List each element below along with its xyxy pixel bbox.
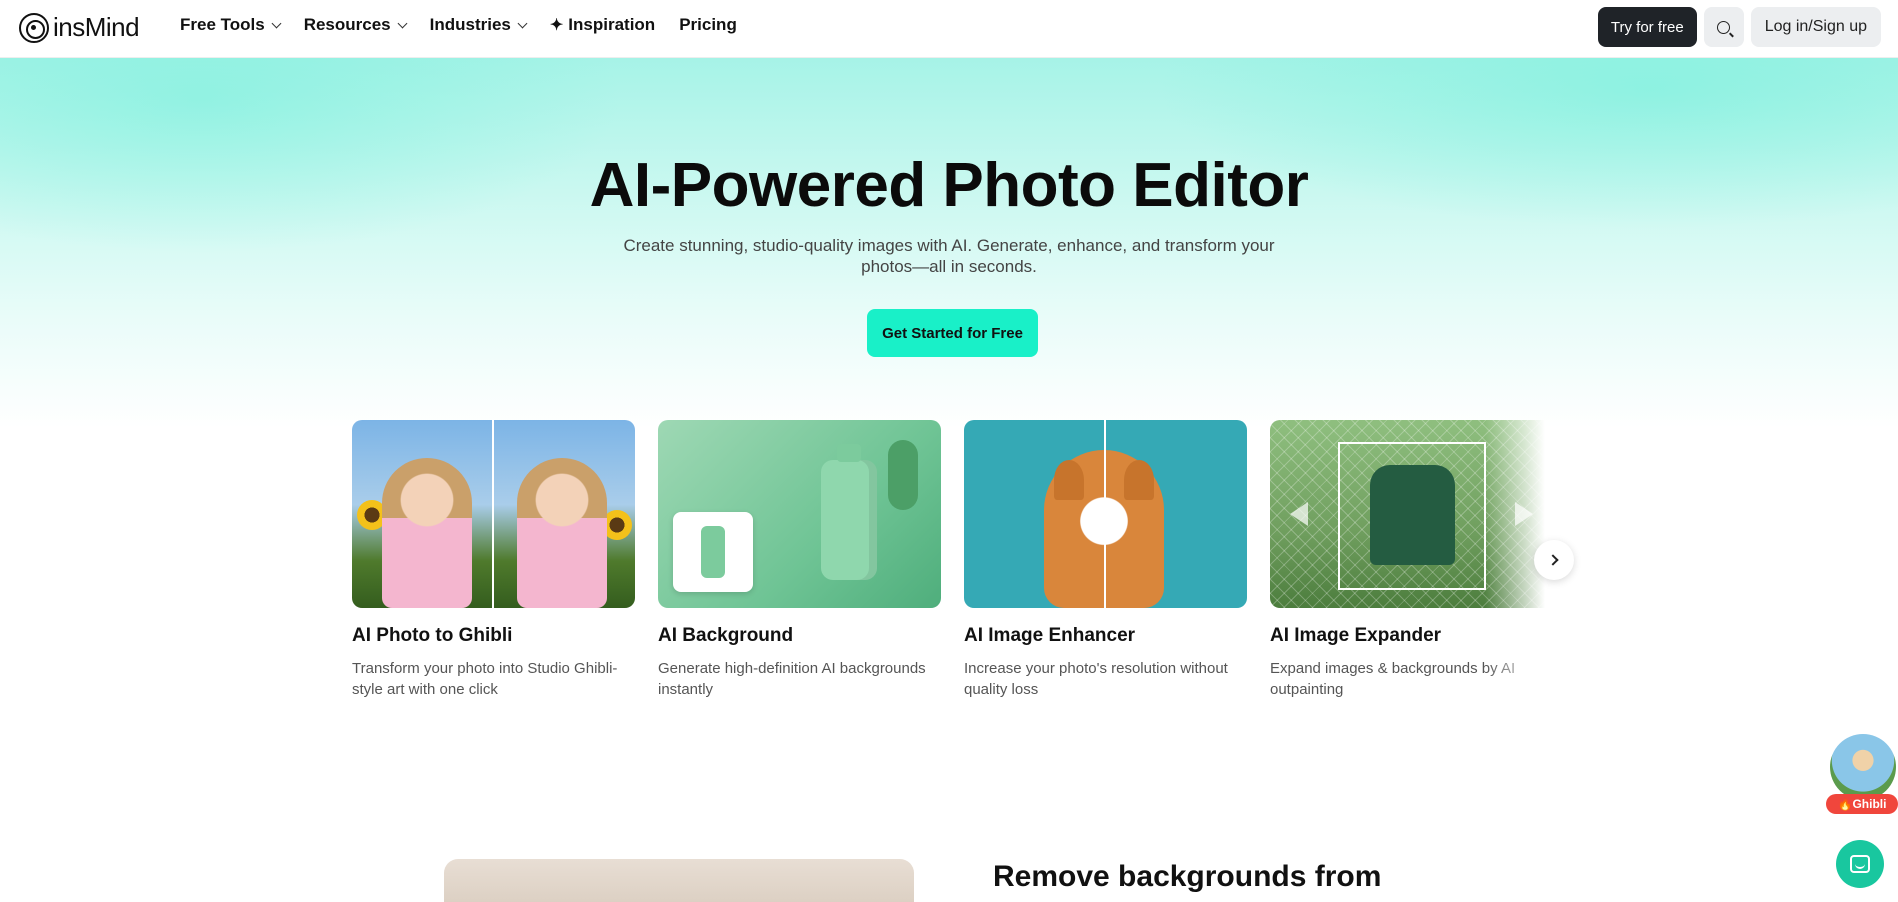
nav-pricing[interactable]: Pricing — [679, 15, 737, 35]
cactus-decor — [888, 440, 918, 510]
logo[interactable]: insMind — [19, 12, 140, 43]
search-icon — [1717, 20, 1731, 34]
card-description: Transform your photo into Studio Ghibli-… — [352, 660, 618, 698]
compare-divider — [1104, 420, 1106, 608]
background-preview-image — [658, 420, 941, 608]
tool-carousel: AI Photo to Ghibli Transform your photo … — [352, 420, 1545, 710]
nav-free-tools-label: Free Tools — [180, 15, 265, 34]
ghibli-promo-widget[interactable]: 🔥 Ghibli — [1826, 734, 1898, 818]
try-for-free-button[interactable]: Try for free — [1597, 7, 1697, 47]
remove-bg-preview-image — [444, 859, 914, 902]
search-button[interactable] — [1703, 7, 1744, 47]
chat-icon — [1850, 855, 1870, 873]
original-thumbnail — [673, 512, 753, 592]
chat-button[interactable] — [1836, 840, 1884, 888]
chevron-down-icon — [517, 18, 528, 28]
arrow-left-icon — [1290, 502, 1308, 526]
crop-frame — [1338, 442, 1486, 590]
nav-pricing-label: Pricing — [679, 15, 737, 34]
photo-girl — [382, 458, 472, 608]
chevron-down-icon — [397, 18, 408, 28]
logo-text: insMind — [53, 12, 140, 42]
card-description: Generate high-definition AI backgrounds … — [658, 660, 926, 698]
tool-card-enhancer[interactable]: AI Image Enhancer Increase your photo's … — [964, 420, 1247, 700]
nav-industries[interactable]: Industries — [429, 15, 528, 35]
nav-resources[interactable]: Resources — [303, 15, 408, 35]
enhancer-preview-image — [964, 420, 1247, 608]
card-title: AI Photo to Ghibli — [352, 625, 513, 646]
product-bottle — [821, 444, 877, 580]
dog-ear — [1054, 460, 1084, 500]
ghibli-preview-image — [352, 420, 635, 608]
ghibli-avatar — [1830, 734, 1896, 800]
main-nav: Free Tools Resources Industries ✦ Inspir… — [180, 0, 737, 50]
compare-divider — [492, 420, 494, 608]
tool-card-ghibli[interactable]: AI Photo to Ghibli Transform your photo … — [352, 420, 635, 700]
nav-inspiration[interactable]: ✦ Inspiration — [550, 15, 655, 35]
nav-inspiration-label: Inspiration — [568, 15, 656, 34]
login-signup-button[interactable]: Log in/Sign up — [1750, 7, 1881, 47]
logo-icon — [19, 12, 49, 43]
ghibli-tag-label: Ghibli — [1852, 797, 1887, 811]
flame-icon: 🔥 — [1837, 797, 1853, 811]
carousel-next-button[interactable] — [1534, 540, 1574, 580]
header-actions: Try for free Log in/Sign up — [1597, 7, 1881, 47]
ghibli-tag: 🔥 Ghibli — [1826, 794, 1898, 814]
tool-card-background[interactable]: AI Background Generate high-definition A… — [658, 420, 941, 700]
dog-ear — [1124, 460, 1154, 500]
ghibli-girl — [517, 458, 607, 608]
nav-industries-label: Industries — [429, 15, 511, 34]
nav-resources-label: Resources — [303, 15, 391, 34]
section-title: Remove backgrounds from — [993, 860, 1382, 893]
card-title: AI Image Enhancer — [964, 625, 1136, 646]
chevron-down-icon — [271, 18, 282, 28]
card-description: Increase your photo's resolution without… — [964, 660, 1228, 698]
get-started-button[interactable]: Get Started for Free — [867, 309, 1038, 357]
hero-title: AI-Powered Photo Editor — [589, 151, 1309, 220]
hero-subtitle: Create stunning, studio-quality images w… — [623, 236, 1275, 276]
sparkle-icon: ✦ — [549, 17, 564, 34]
card-title: AI Background — [658, 625, 794, 646]
top-navbar: insMind Free Tools Resources Industries … — [0, 0, 1898, 58]
nav-free-tools[interactable]: Free Tools — [180, 15, 282, 35]
chevron-right-icon — [1546, 554, 1559, 566]
